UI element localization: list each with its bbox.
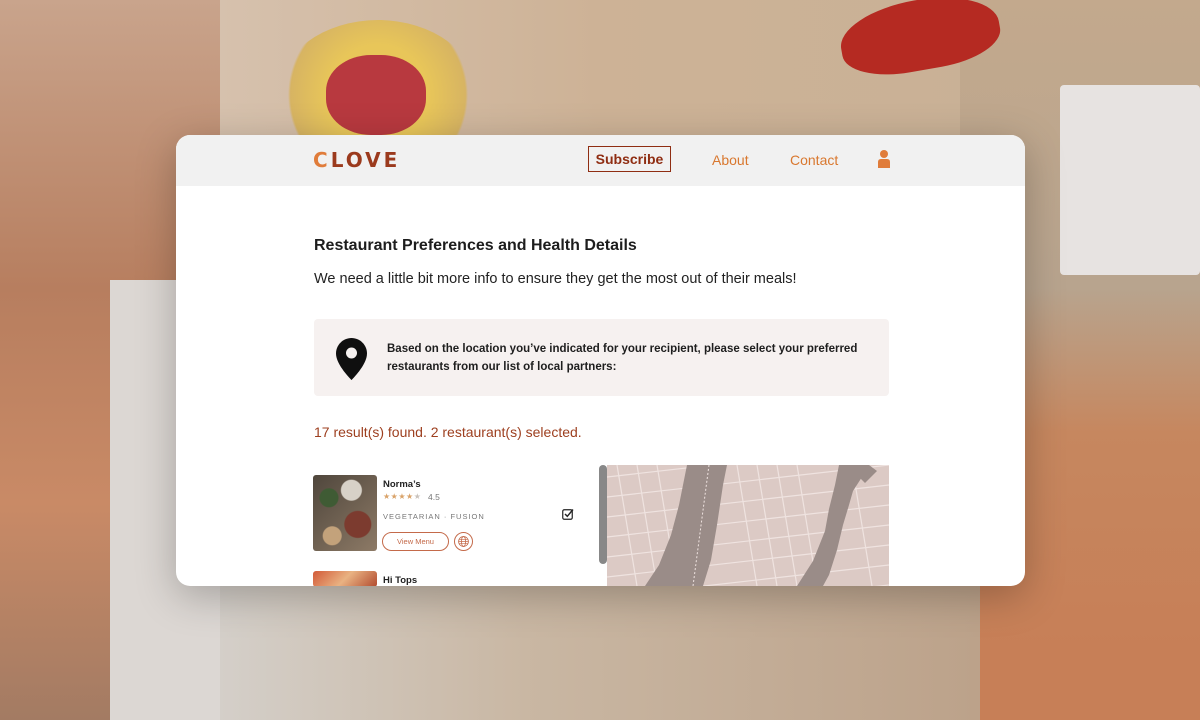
- location-info-box: Based on the location you’ve indicated f…: [314, 319, 889, 396]
- page-subtitle: We need a little bit more info to ensure…: [314, 271, 797, 287]
- view-menu-button[interactable]: View Menu: [382, 532, 449, 551]
- top-nav-bar: CLOVE Subscribe About Contact: [176, 135, 1025, 186]
- logo-first-letter: C: [313, 148, 331, 172]
- background-panel: [220, 580, 980, 720]
- results-count: 17 result(s) found. 2 restaurant(s) sele…: [314, 424, 582, 440]
- rating-value: 4.5: [428, 492, 440, 502]
- app-window: CLOVE Subscribe About Contact Restaurant…: [176, 135, 1025, 586]
- background-card: [1060, 85, 1200, 275]
- restaurant-image: [313, 571, 377, 586]
- background-heart: [326, 55, 426, 135]
- nav-contact-link[interactable]: Contact: [790, 152, 838, 168]
- star-rating: ★★★★★: [383, 492, 421, 501]
- logo-rest: LOVE: [330, 148, 401, 172]
- stars-filled: ★★★★: [383, 492, 414, 501]
- location-info-text: Based on the location you’ve indicated f…: [387, 343, 858, 373]
- restaurant-name: Hi Tops: [383, 575, 418, 586]
- restaurant-categories: VEGETARIAN · FUSION: [383, 512, 485, 521]
- subscribe-button[interactable]: Subscribe: [588, 146, 671, 172]
- location-pin-icon: [336, 338, 367, 380]
- restaurant-name: Norma’s: [383, 479, 421, 490]
- globe-icon[interactable]: [454, 532, 473, 551]
- page-title: Restaurant Preferences and Health Detail…: [314, 237, 637, 254]
- checkbox-checked-icon[interactable]: [562, 508, 574, 520]
- restaurant-map[interactable]: [607, 465, 889, 586]
- user-icon[interactable]: [878, 150, 890, 168]
- list-scrollbar[interactable]: [599, 465, 607, 564]
- clove-logo[interactable]: CLOVE: [313, 148, 400, 172]
- restaurant-image: [313, 475, 377, 551]
- stars-empty: ★: [413, 492, 422, 501]
- nav-about-link[interactable]: About: [712, 152, 749, 168]
